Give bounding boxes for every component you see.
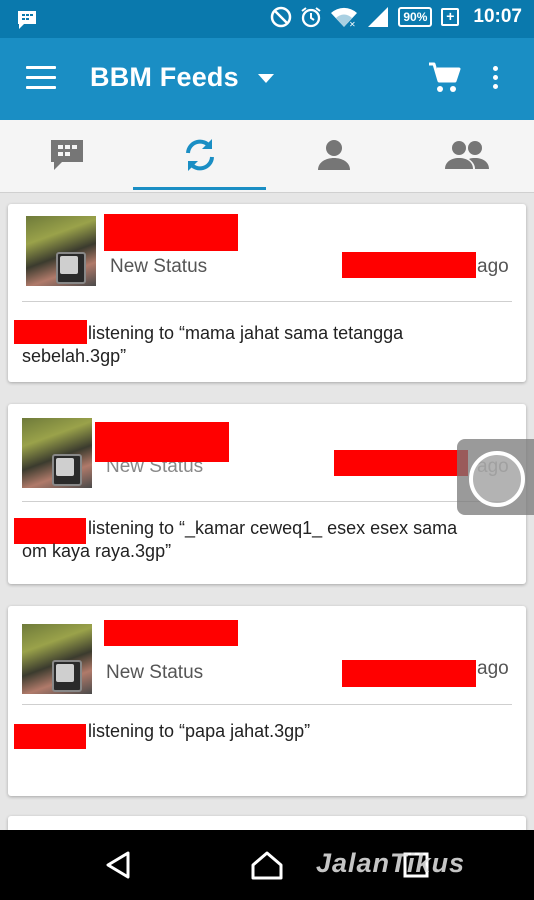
- divider: [22, 704, 512, 705]
- feed-card[interactable]: New Status ago listening to “_kamar cewe…: [8, 404, 526, 584]
- tab-feeds[interactable]: [133, 120, 266, 190]
- battery-icon: 90%: [398, 7, 433, 27]
- svg-text:✕: ✕: [349, 20, 356, 28]
- bbm-notification-icon: [16, 10, 38, 35]
- more-vert-icon[interactable]: [493, 66, 501, 93]
- time-suffix: ago: [477, 658, 509, 679]
- feed-card[interactable]: New Status ago listening to “papa jahat.…: [8, 606, 526, 796]
- redacted-time: [342, 252, 476, 278]
- redacted-name: [104, 620, 238, 646]
- tab-bar: [0, 120, 534, 193]
- avatar[interactable]: [26, 216, 96, 286]
- alarm-icon: [301, 7, 321, 28]
- charging-plus-icon: +: [441, 8, 460, 26]
- do-not-disturb-icon: [271, 6, 292, 28]
- shopping-cart-icon[interactable]: [427, 62, 461, 99]
- watermark-logo: JalanTikus: [316, 848, 466, 878]
- redacted-time: [334, 450, 468, 476]
- back-icon[interactable]: [78, 830, 158, 900]
- app-title[interactable]: BBM Feeds: [90, 62, 239, 93]
- status-message: listening to “papa jahat.3gp”: [88, 721, 311, 741]
- avatar[interactable]: [22, 418, 92, 488]
- bbm-chat-icon: [50, 140, 83, 170]
- group-icon: [444, 141, 489, 169]
- redacted-time: [342, 660, 476, 687]
- feed-card[interactable]: New Status ago listening to “mama jahat …: [8, 204, 526, 382]
- avatar[interactable]: [22, 624, 92, 694]
- tab-chats[interactable]: [0, 120, 133, 190]
- divider: [22, 501, 512, 502]
- app-bar: BBM Feeds: [0, 38, 534, 120]
- loading-spinner: [457, 439, 534, 515]
- status-label: New Status: [110, 256, 208, 277]
- signal-icon: [368, 7, 389, 27]
- time-suffix: ago: [477, 256, 509, 277]
- refresh-icon: [185, 139, 214, 171]
- status-message: listening to “mama jahat sama tetangga s…: [22, 323, 404, 366]
- menu-icon[interactable]: [26, 66, 56, 90]
- home-icon[interactable]: [227, 830, 307, 900]
- dropdown-caret-icon[interactable]: [258, 74, 274, 83]
- person-icon: [317, 140, 350, 170]
- divider: [22, 301, 512, 302]
- tab-groups[interactable]: [400, 120, 533, 190]
- redacted-name: [104, 214, 238, 251]
- clock: 10:07: [473, 6, 522, 27]
- status-message: listening to “_kamar ceweq1_ esex esex s…: [22, 518, 458, 561]
- wifi-icon: ✕: [331, 7, 358, 28]
- tab-contacts[interactable]: [267, 120, 400, 190]
- status-bar: ✕ 90% + 10:07: [0, 0, 534, 38]
- status-label: New Status: [106, 662, 204, 683]
- redacted-name: [95, 422, 229, 462]
